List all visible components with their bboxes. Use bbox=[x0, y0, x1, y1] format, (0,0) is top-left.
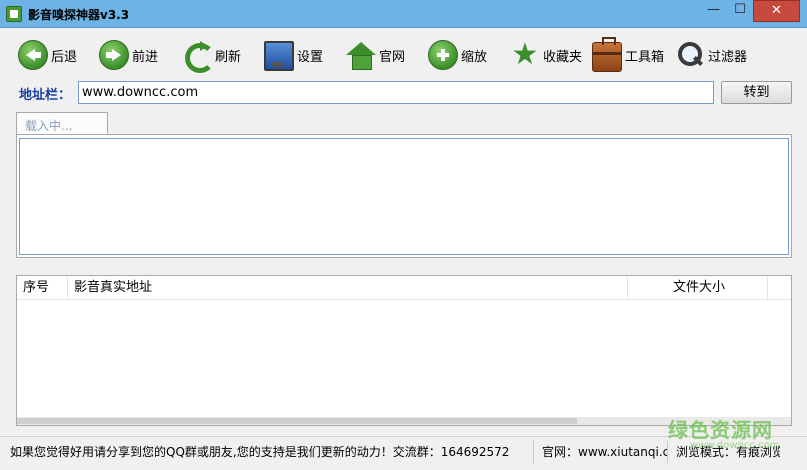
plus-icon bbox=[428, 40, 458, 70]
forward-arrow-icon bbox=[99, 40, 129, 70]
browser-tab[interactable]: 载入中... bbox=[16, 112, 108, 135]
close-button[interactable]: ✕ bbox=[753, 0, 800, 22]
scrollbar-thumb[interactable] bbox=[17, 418, 577, 424]
filter-button[interactable]: 过滤器 bbox=[675, 38, 747, 72]
toolbox-label: 工具箱 bbox=[625, 49, 665, 65]
column-filler bbox=[768, 276, 791, 300]
window-title: 影音嗅探神器v3.3 bbox=[28, 8, 130, 22]
column-size[interactable]: 文件大小 bbox=[628, 276, 768, 300]
toolbar: 后退 前进 刷新 设置 官网 缩放 ★ 收藏夹 工具箱 过滤器 bbox=[0, 28, 807, 78]
settings-label: 设置 bbox=[297, 49, 324, 65]
refresh-label: 刷新 bbox=[215, 49, 242, 65]
home-icon bbox=[346, 40, 376, 70]
maximize-button[interactable]: ☐ bbox=[727, 0, 753, 22]
status-website: 官网：www.xiutanqi.cc bbox=[536, 441, 668, 463]
toolbox-button[interactable]: 工具箱 bbox=[592, 37, 665, 72]
zoom-button[interactable]: 缩放 bbox=[428, 38, 487, 72]
watermark-logo: 绿色资源网 bbox=[668, 418, 773, 442]
title-bar: 影音嗅探神器v3.3 — ☐ ✕ bbox=[0, 0, 807, 28]
watermark-url: www.downcc.com bbox=[690, 440, 780, 451]
back-button[interactable]: 后退 bbox=[18, 38, 77, 72]
back-label: 后退 bbox=[51, 49, 78, 65]
favorites-button[interactable]: ★ 收藏夹 bbox=[510, 38, 582, 72]
column-url[interactable]: 影音真实地址 bbox=[68, 276, 628, 300]
favorites-label: 收藏夹 bbox=[543, 49, 583, 65]
filter-label: 过滤器 bbox=[708, 49, 748, 65]
browser-view[interactable] bbox=[16, 134, 792, 258]
settings-button[interactable]: 设置 bbox=[264, 38, 323, 72]
refresh-icon bbox=[182, 40, 215, 73]
media-list[interactable]: 序号 影音真实地址 文件大小 bbox=[16, 275, 792, 426]
magnifier-icon bbox=[675, 40, 705, 70]
address-label: 地址栏： bbox=[19, 88, 72, 103]
address-input[interactable] bbox=[78, 81, 714, 104]
forward-label: 前进 bbox=[132, 49, 159, 65]
app-icon bbox=[6, 6, 22, 22]
star-icon: ★ bbox=[511, 37, 539, 72]
back-arrow-icon bbox=[18, 40, 48, 70]
forward-button[interactable]: 前进 bbox=[99, 38, 158, 72]
refresh-button[interactable]: 刷新 bbox=[182, 38, 242, 73]
website-button[interactable]: 官网 bbox=[346, 38, 405, 72]
column-index[interactable]: 序号 bbox=[17, 276, 68, 300]
zoom-label: 缩放 bbox=[461, 49, 488, 65]
monitor-icon bbox=[264, 41, 294, 71]
toolbox-icon bbox=[592, 37, 622, 72]
list-header: 序号 影音真实地址 文件大小 bbox=[17, 276, 791, 300]
status-message: 如果您觉得好用请分享到您的QQ群或朋友,您的支持是我们更新的动力！交流群：164… bbox=[4, 441, 534, 463]
website-label: 官网 bbox=[379, 49, 406, 65]
browser-frame bbox=[19, 138, 789, 255]
minimize-button[interactable]: — bbox=[700, 0, 727, 22]
go-button[interactable]: 转到 bbox=[721, 81, 792, 104]
